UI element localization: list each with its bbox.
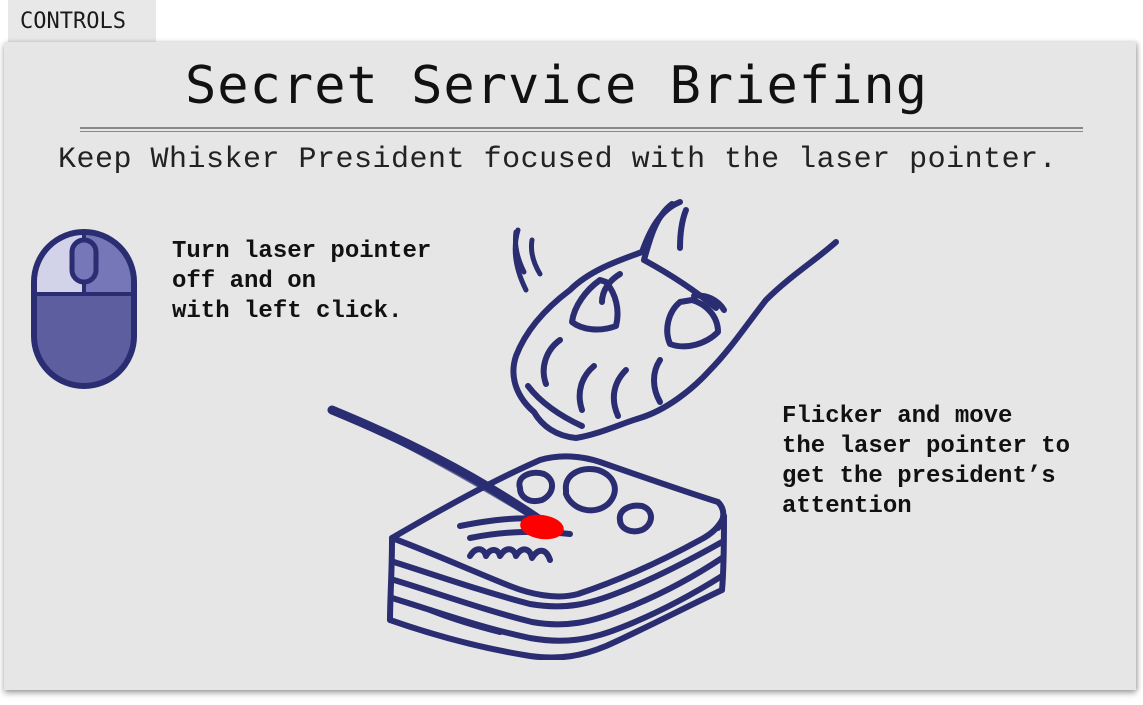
book-icon	[387, 453, 727, 660]
controls-tab[interactable]: CONTROLS	[8, 0, 156, 44]
mouse-left-click-icon	[31, 229, 137, 389]
briefing-subtitle: Keep Whisker President focused with the …	[58, 143, 1058, 177]
briefing-title: Secret Service Briefing	[184, 56, 929, 116]
motion-lines	[512, 227, 543, 293]
title-divider	[80, 127, 1083, 132]
move-laser-instruction: Flicker and move the laser pointer to ge…	[782, 403, 1071, 520]
laser-beam	[327, 405, 545, 525]
paw-and-book-laser-illustration	[327, 199, 839, 660]
game-controls-screen: CONTROLS Secret Service Briefing Keep Wh…	[0, 0, 1143, 705]
